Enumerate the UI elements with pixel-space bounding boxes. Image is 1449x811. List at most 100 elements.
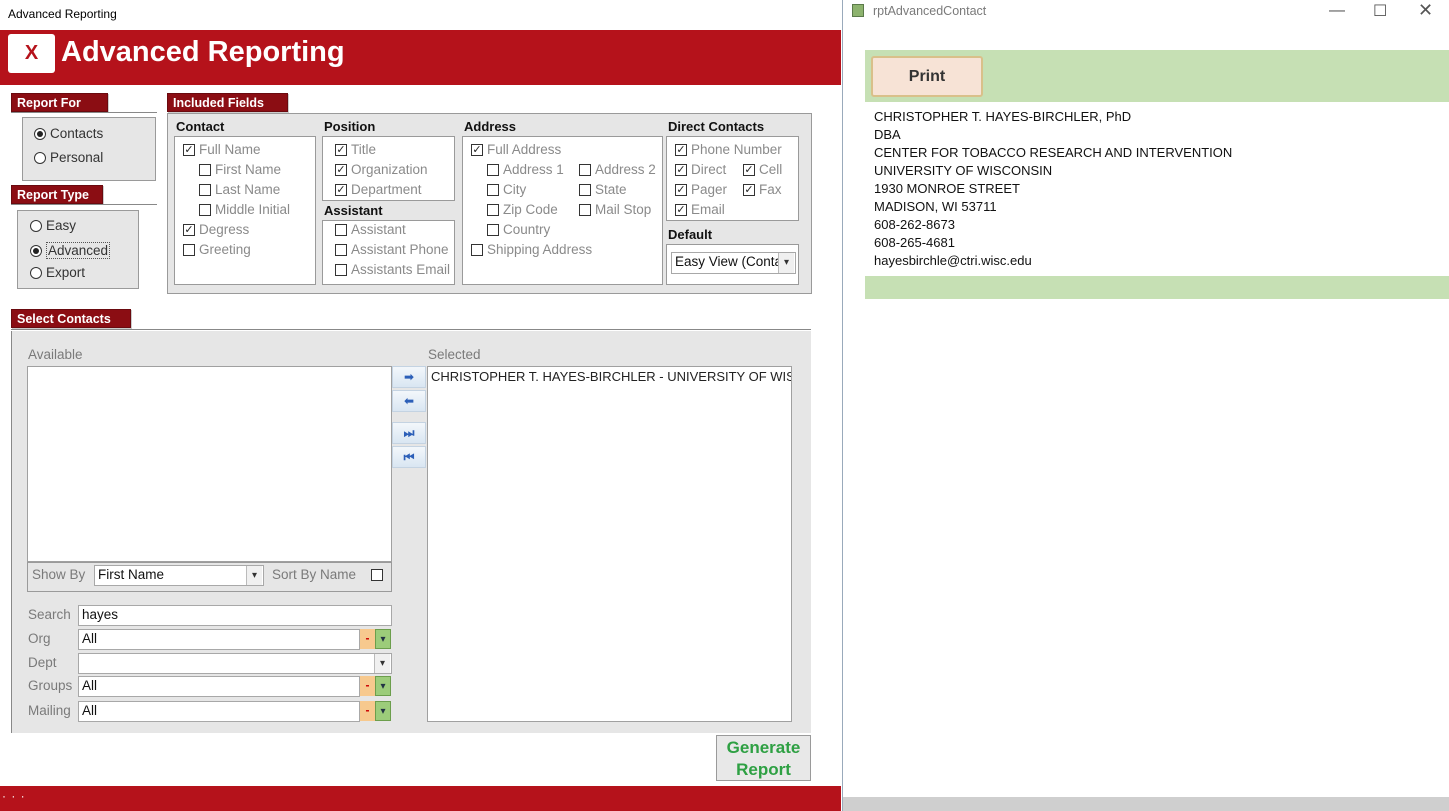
checkbox-icon bbox=[579, 163, 591, 176]
checkbox-assistant[interactable]: Assistant bbox=[335, 222, 406, 237]
mailing-select[interactable]: All bbox=[78, 701, 360, 722]
mailing-clear-button[interactable]: - bbox=[360, 701, 375, 721]
checkbox-icon bbox=[487, 183, 499, 196]
dept-select[interactable] bbox=[78, 653, 392, 674]
checkbox-address-1[interactable]: Address 1 bbox=[487, 162, 564, 177]
mailing-value: All bbox=[82, 703, 98, 718]
checkbox-first-name[interactable]: First Name bbox=[199, 162, 281, 177]
generate-report-button[interactable]: Generate Report bbox=[716, 735, 811, 781]
move-all-left-button[interactable]: ⏮ bbox=[392, 446, 426, 468]
checkbox-middle-initial[interactable]: Middle Initial bbox=[199, 202, 290, 217]
move-left-button[interactable]: ⬅ bbox=[392, 390, 426, 412]
checkbox-icon: ✓ bbox=[335, 183, 347, 196]
chevron-down-icon[interactable]: ▾ bbox=[375, 701, 391, 721]
print-button[interactable]: Print bbox=[871, 56, 983, 97]
dept-label: Dept bbox=[28, 655, 57, 670]
chevron-down-icon[interactable]: ▾ bbox=[374, 654, 390, 673]
checkbox-fax[interactable]: ✓ Fax bbox=[743, 182, 782, 197]
checkbox-full-address[interactable]: ✓ Full Address bbox=[471, 142, 561, 157]
checkbox-icon bbox=[487, 163, 499, 176]
checkbox-pager[interactable]: ✓ Pager bbox=[675, 182, 727, 197]
checkbox-email[interactable]: ✓ Email bbox=[675, 202, 725, 217]
direct-contacts-heading: Direct Contacts bbox=[668, 119, 765, 134]
list-item[interactable]: CHRISTOPHER T. HAYES-BIRCHLER - UNIVERSI… bbox=[431, 369, 791, 384]
org-select[interactable]: All bbox=[78, 629, 360, 650]
divider bbox=[11, 329, 811, 330]
checkbox-label: Assistants Email bbox=[351, 262, 451, 277]
radio-advanced[interactable]: Advanced bbox=[30, 242, 111, 259]
radio-easy[interactable]: Easy bbox=[30, 218, 76, 233]
chevron-down-icon[interactable]: ▾ bbox=[778, 253, 794, 273]
show-by-select[interactable]: First Name bbox=[94, 565, 264, 586]
show-by-label: Show By bbox=[32, 567, 86, 582]
report-type-tab: Report Type bbox=[11, 185, 103, 204]
checkbox-state[interactable]: State bbox=[579, 182, 627, 197]
assistant-heading: Assistant bbox=[324, 203, 383, 218]
radio-icon bbox=[30, 219, 42, 232]
checkbox-label: Country bbox=[503, 222, 551, 237]
minimize-icon[interactable]: — bbox=[1329, 2, 1345, 20]
checkbox-icon: ✓ bbox=[471, 143, 483, 156]
checkbox-shipping-address[interactable]: Shipping Address bbox=[471, 242, 592, 257]
checkbox-label: Organization bbox=[351, 162, 428, 177]
checkbox-icon bbox=[335, 263, 347, 276]
checkbox-assistant-phone[interactable]: Assistant Phone bbox=[335, 242, 449, 257]
selected-label: Selected bbox=[428, 347, 481, 362]
checkbox-assistants-email[interactable]: Assistants Email bbox=[335, 262, 450, 277]
checkbox-address-2[interactable]: Address 2 bbox=[579, 162, 656, 177]
checkbox-label: State bbox=[595, 182, 627, 197]
status-bar: · · · bbox=[0, 786, 841, 811]
close-button[interactable]: X bbox=[8, 34, 55, 73]
scroll-area bbox=[843, 797, 1449, 811]
checkbox-mail-stop[interactable]: Mail Stop bbox=[579, 202, 651, 217]
groups-select[interactable]: All bbox=[78, 676, 360, 697]
selected-list[interactable]: CHRISTOPHER T. HAYES-BIRCHLER - UNIVERSI… bbox=[427, 366, 792, 722]
checkbox-icon bbox=[335, 223, 347, 236]
maximize-icon[interactable]: ☐ bbox=[1373, 1, 1387, 21]
sort-by-checkbox[interactable] bbox=[371, 569, 383, 581]
radio-export[interactable]: Export bbox=[30, 265, 85, 280]
checkbox-full-name[interactable]: ✓ Full Name bbox=[183, 142, 261, 157]
move-right-button[interactable]: ➡ bbox=[392, 366, 426, 388]
checkbox-label: Degress bbox=[199, 222, 250, 237]
checkbox-department[interactable]: ✓ Department bbox=[335, 182, 422, 197]
skip-previous-icon: ⏮ bbox=[403, 450, 415, 464]
checkbox-cell[interactable]: ✓ Cell bbox=[743, 162, 782, 177]
checkbox-title[interactable]: ✓ Title bbox=[335, 142, 376, 157]
radio-contacts[interactable]: Contacts bbox=[34, 126, 103, 141]
checkbox-city[interactable]: City bbox=[487, 182, 526, 197]
move-all-right-button[interactable]: ⏭ bbox=[392, 422, 426, 444]
checkbox-icon: ✓ bbox=[335, 163, 347, 176]
radio-label: Easy bbox=[46, 218, 77, 233]
radio-personal[interactable]: Personal bbox=[34, 150, 103, 165]
available-list[interactable] bbox=[27, 366, 392, 562]
checkbox-icon bbox=[471, 243, 483, 256]
sort-by-label: Sort By Name bbox=[272, 567, 357, 582]
divider bbox=[11, 112, 157, 113]
search-input[interactable]: hayes bbox=[78, 605, 392, 626]
chevron-down-icon[interactable]: ▾ bbox=[375, 676, 391, 696]
checkbox-organization[interactable]: ✓ Organization bbox=[335, 162, 428, 177]
close-icon[interactable]: ✕ bbox=[1418, 0, 1433, 21]
arrow-left-icon: ⬅ bbox=[403, 394, 415, 408]
checkbox-direct[interactable]: ✓ Direct bbox=[675, 162, 726, 177]
checkbox-last-name[interactable]: Last Name bbox=[199, 182, 280, 197]
radio-icon bbox=[30, 244, 42, 257]
checkbox-country[interactable]: Country bbox=[487, 222, 550, 237]
checkbox-label: Direct bbox=[691, 162, 727, 177]
checkbox-icon bbox=[487, 223, 499, 236]
window-title: rptAdvancedContact bbox=[873, 4, 987, 18]
checkbox-icon: ✓ bbox=[675, 183, 687, 196]
checkbox-icon: ✓ bbox=[335, 143, 347, 156]
groups-clear-button[interactable]: - bbox=[360, 676, 375, 696]
checkbox-greeting[interactable]: Greeting bbox=[183, 242, 251, 257]
checkbox-phone-number[interactable]: ✓ Phone Number bbox=[675, 142, 782, 157]
chevron-down-icon[interactable]: ▾ bbox=[375, 629, 391, 649]
org-clear-button[interactable]: - bbox=[360, 629, 375, 649]
divider bbox=[11, 331, 12, 733]
checkbox-zip-code[interactable]: Zip Code bbox=[487, 202, 558, 217]
radio-icon bbox=[34, 127, 46, 140]
checkbox-degress[interactable]: ✓ Degress bbox=[183, 222, 249, 237]
chevron-down-icon[interactable]: ▾ bbox=[246, 566, 262, 585]
generate-label-line2: Report bbox=[736, 760, 791, 779]
